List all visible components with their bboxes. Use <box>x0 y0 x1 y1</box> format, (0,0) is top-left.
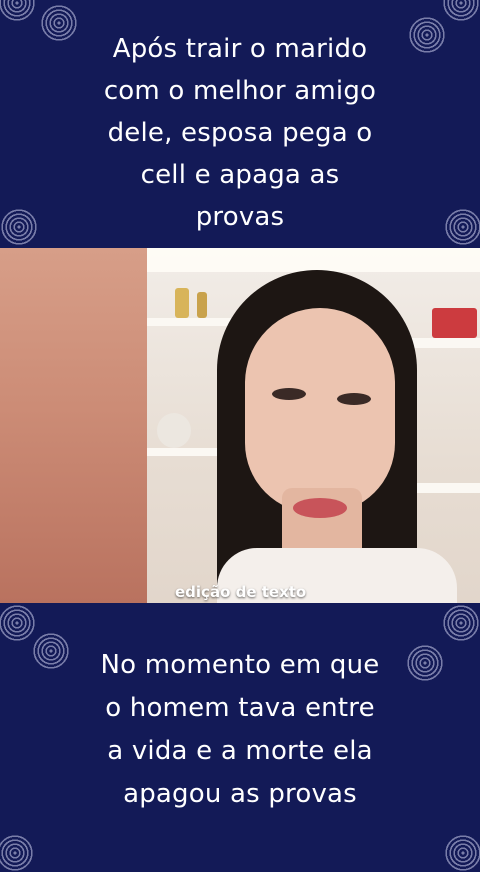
caption-line: provas <box>195 202 285 232</box>
bottom-caption: No momento em que o homem tava entre a v… <box>0 644 480 816</box>
caption-line: Após trair o marido <box>112 34 368 64</box>
caption-line: dele, esposa pega o <box>107 118 373 148</box>
swirl-icon <box>0 604 36 642</box>
swirl-icon <box>444 834 480 872</box>
caption-line: apagou as provas <box>123 779 357 809</box>
caption-line: No momento em que <box>100 650 380 680</box>
swirl-icon <box>442 604 480 642</box>
caption-line: com o melhor amigo <box>103 76 377 106</box>
caption-line: o homem tava entre <box>105 693 375 723</box>
caption-line: cell e apaga as <box>140 160 340 190</box>
swirl-icon <box>0 0 36 22</box>
room-background <box>147 248 480 603</box>
woman-face <box>245 308 395 513</box>
blurred-left-panel <box>0 248 147 603</box>
lips <box>293 498 347 518</box>
swirl-icon <box>0 834 34 872</box>
caption-line: a vida e a morte ela <box>107 736 373 766</box>
eye-right <box>337 393 371 405</box>
watermark-text: edição de texto <box>175 583 307 601</box>
top-caption: Após trair o marido com o melhor amigo d… <box>0 28 480 238</box>
swirl-icon <box>442 0 480 22</box>
video-frame <box>0 248 480 603</box>
eye-left <box>272 388 306 400</box>
